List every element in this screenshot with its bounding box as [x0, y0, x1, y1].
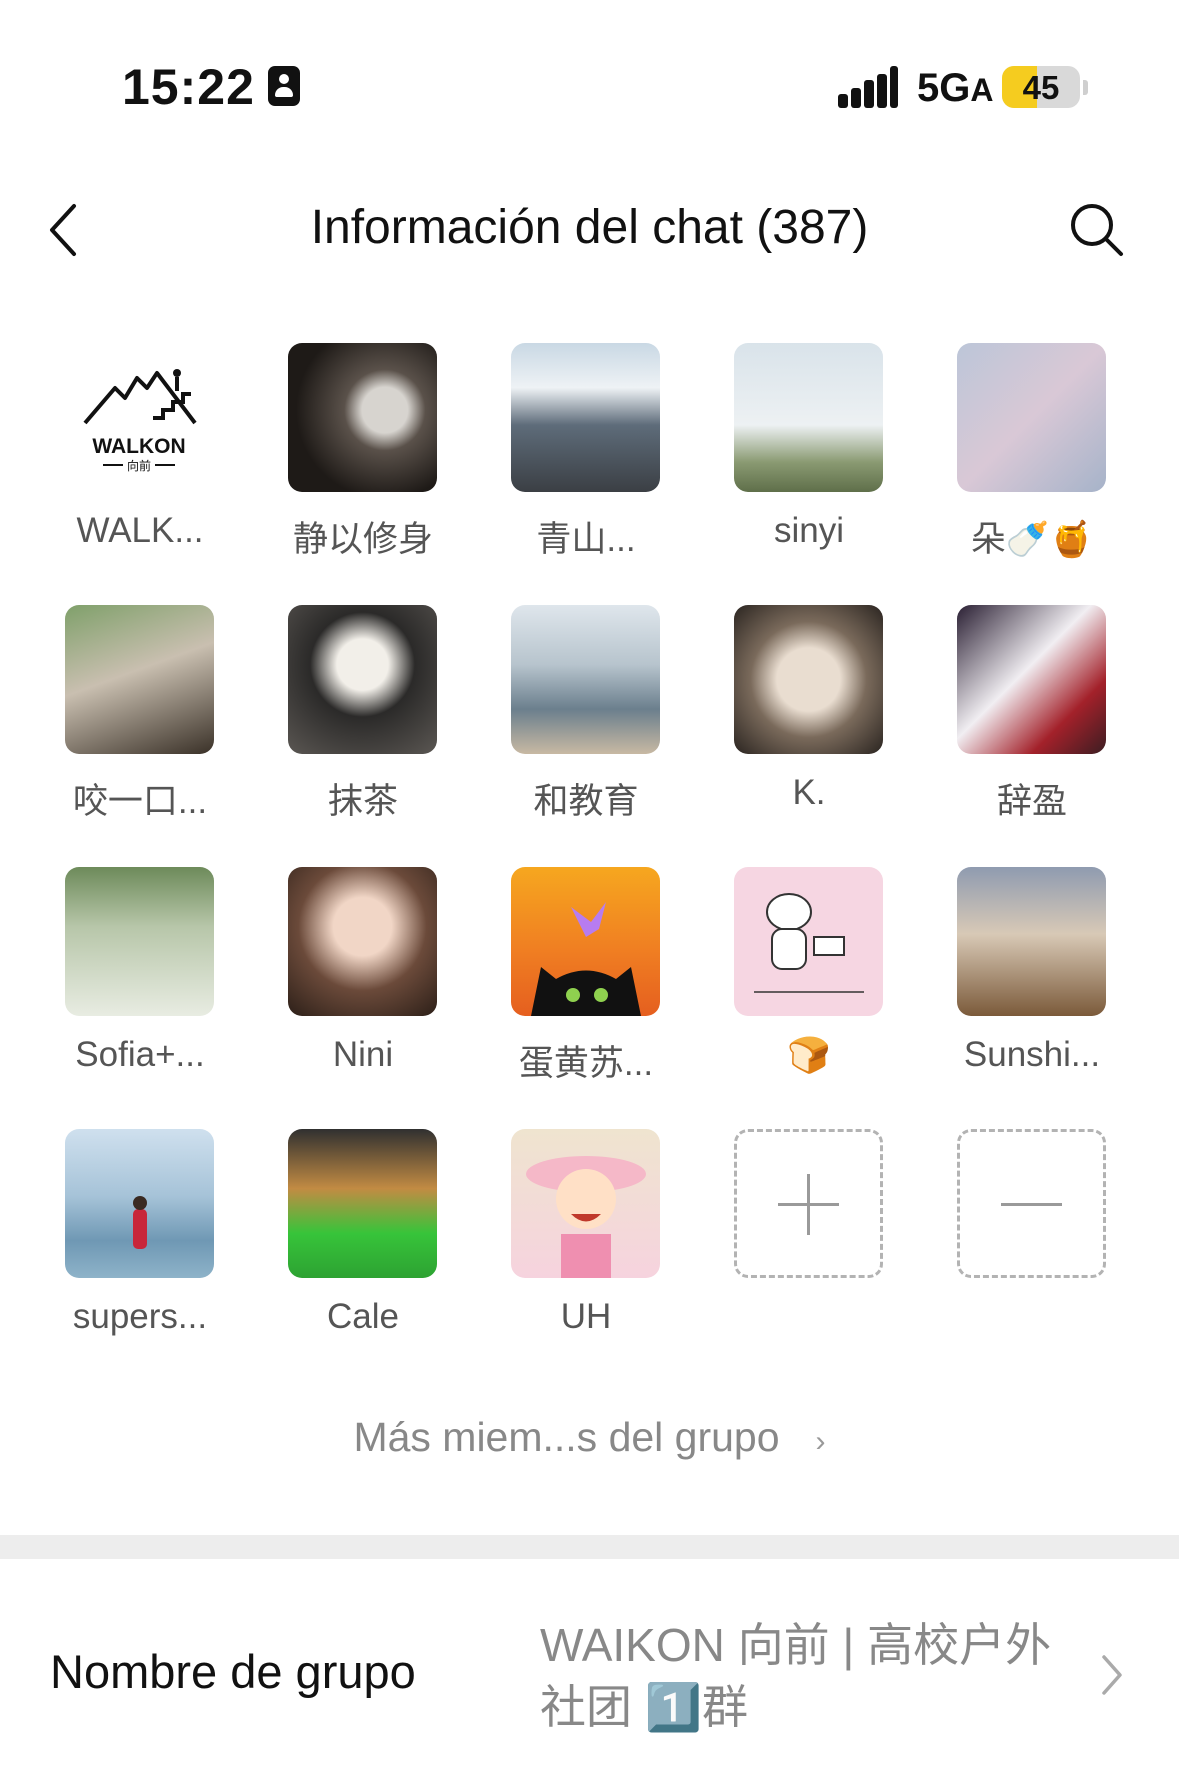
member-name: 静以修身 [292, 520, 433, 559]
signal-icon [838, 66, 898, 108]
member-name: UH [560, 1297, 612, 1336]
search-icon [1071, 204, 1123, 256]
status-time: 15:22 [122, 59, 255, 115]
member-name: K. [792, 773, 826, 812]
cartoon-illustration [526, 1156, 646, 1278]
avatar [734, 605, 883, 754]
avatar [734, 867, 883, 1016]
member-name: Sunshi... [963, 1035, 1101, 1074]
avatar [65, 867, 214, 1016]
member-name: 辞盈 [996, 782, 1067, 821]
group-name-value: WAIKON 向前 | 高校户外社团 1️⃣群 [540, 1619, 1052, 1733]
avatar [511, 867, 660, 1016]
beach-figure [133, 1196, 147, 1249]
section-divider [0, 1535, 1179, 1559]
battery-icon: 45 [1002, 66, 1080, 108]
avatar [65, 605, 214, 754]
member-name: 抹茶 [327, 782, 398, 821]
member-name: Nini [332, 1035, 394, 1074]
member-name: sinyi [773, 511, 845, 550]
remove-member-button[interactable] [957, 1129, 1106, 1278]
walkon-logo: WALKON 向前 [83, 369, 197, 473]
member-name: 青山... [536, 520, 636, 559]
member-name: 和教育 [533, 782, 639, 821]
avatar [957, 605, 1106, 754]
chevron-left-icon [50, 204, 76, 256]
member-name: Cale [327, 1297, 399, 1336]
svg-text:向前: 向前 [127, 458, 151, 473]
member-name: 蛋黄苏... [518, 1044, 654, 1083]
chevron-right-icon: › [815, 1425, 826, 1458]
battery-level: 45 [1022, 69, 1060, 106]
avatar [734, 343, 883, 492]
member-name: 🍞 [787, 1036, 831, 1075]
back-button[interactable] [40, 198, 100, 262]
search-button[interactable] [1065, 198, 1129, 262]
network-label: 5GA [917, 66, 994, 110]
cat-illustration [531, 902, 641, 1016]
avatar [511, 1129, 660, 1278]
person-icon [268, 66, 300, 106]
avatar: WALKON 向前 [65, 343, 214, 492]
avatar [288, 343, 437, 492]
chevron-right-icon [1102, 1655, 1122, 1695]
member-name: WALK... [76, 511, 204, 550]
avatar [511, 605, 660, 754]
svg-text:WALKON: WALKON [92, 435, 185, 458]
avatar [288, 867, 437, 1016]
avatar [957, 867, 1106, 1016]
avatar [511, 343, 660, 492]
sketch-illustration [754, 893, 864, 993]
nav-bar: Información del chat (387) [0, 180, 1179, 280]
group-name-row[interactable]: Nombre de grupo WAIKON 向前 | 高校户外社团 1️⃣群 [0, 1559, 1179, 1777]
member-name: supers... [72, 1297, 208, 1336]
group-name-label: Nombre de grupo [50, 1645, 416, 1698]
member-name: 咬一口... [72, 782, 208, 821]
member-name: Sofia+... [75, 1035, 205, 1074]
avatar [65, 1129, 214, 1278]
page-title: Información del chat (387) [310, 201, 869, 254]
add-member-button[interactable] [734, 1129, 883, 1278]
avatar [288, 605, 437, 754]
avatar [957, 343, 1106, 492]
more-members-link[interactable]: Más miem...s del grupo › [0, 1414, 1179, 1461]
status-bar: 15:22 5GA 45 [0, 0, 1179, 150]
avatar [288, 1129, 437, 1278]
member-name: 朵🍼🍯 [970, 520, 1094, 559]
more-members-label: Más miem...s del grupo [353, 1414, 780, 1460]
